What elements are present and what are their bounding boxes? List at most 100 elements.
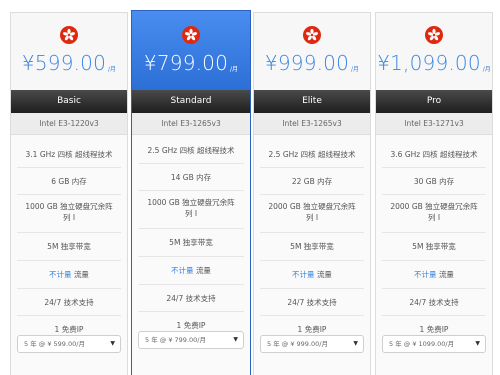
feature-item: 1000 GB 独立硬盘冗余阵列 I [25,202,113,222]
divider [382,194,486,195]
feature-traffic: 不计量 流量 [254,269,370,280]
feature-traffic: 不计量 流量 [132,265,250,276]
hong-kong-flag-icon [182,26,200,44]
feature-item: 5M 独享带宽 [412,242,456,251]
plan-price: ¥999.00/月 [254,51,370,75]
feature-item: 14 GB 内存 [170,173,212,182]
feature-item: 1 免费IP [54,325,84,334]
traffic-text: 流量 [438,270,454,279]
plan-card: ¥599.00/月 Basic Intel E3-1220v3 3.1 GHz 四核 … [10,12,128,375]
feature-item: 1 免费IP [419,325,449,334]
billing-term-value: 5 年 @ ¥ 599.00/月 [24,340,85,348]
plan-cpu: Intel E3-1271v3 [376,113,492,135]
divider [382,288,486,289]
plan-price: ¥599.00/月 [11,51,127,75]
price-unit: /月 [108,66,117,73]
divider [17,167,121,168]
feature-traffic: 不计量 流量 [11,269,127,280]
traffic-text: 流量 [195,266,211,275]
feature-item: 5M 独享带宽 [169,238,213,247]
feature-item: 24/7 技术支持 [409,298,459,307]
feature-item: 2.5 GHz 四核 超线程技术 [268,150,356,159]
feature-item: 1 免费IP [176,321,206,330]
divider [138,228,244,229]
divider [138,284,244,285]
divider [17,232,121,233]
plan-header: ¥1,099.00/月 [376,13,492,90]
divider [260,260,364,261]
hong-kong-flag-icon [303,26,321,44]
plan-header: ¥599.00/月 [11,13,127,90]
divider [382,232,486,233]
plan-price: ¥1,099.00/月 [376,51,492,75]
traffic-unmetered-label: 不计量 [414,270,437,279]
traffic-text: 流量 [73,270,89,279]
billing-term-value: 5 年 @ ¥ 1099.00/月 [389,340,455,348]
divider [260,288,364,289]
feature-item: 24/7 技术支持 [166,294,216,303]
price-amount: ¥999.00 [264,51,350,75]
hong-kong-flag-icon [60,26,78,44]
plan-header: ¥799.00/月 [132,11,250,90]
plan-name: Elite [254,90,370,113]
traffic-unmetered-label: 不计量 [292,270,315,279]
plan-card: ¥1,099.00/月 Pro Intel E3-1271v3 3.6 GHz 四核 … [375,12,493,375]
billing-term-select[interactable]: 5 年 @ ¥ 1099.00/月 ▼ [382,335,486,353]
divider [260,194,364,195]
feature-item: 5M 独享带宽 [290,242,334,251]
divider [260,167,364,168]
plan-name: Pro [376,90,492,113]
price-unit: /月 [482,66,491,73]
feature-traffic: 不计量 流量 [376,269,492,280]
traffic-unmetered-label: 不计量 [171,266,194,275]
feature-item: 1 免费IP [297,325,327,334]
divider [138,256,244,257]
divider [17,260,121,261]
feature-item: 24/7 技术支持 [44,298,94,307]
dropdown-caret-icon: ▼ [110,340,115,347]
feature-item: 2.5 GHz 四核 超线程技术 [147,146,235,155]
feature-item: 2000 GB 独立硬盘冗余阵列 I [268,202,356,222]
dropdown-caret-icon: ▼ [233,336,238,343]
feature-item: 6 GB 内存 [51,177,87,186]
price-amount: ¥599.00 [21,51,107,75]
plan-cpu: Intel E3-1265v3 [132,113,250,135]
divider [17,315,121,316]
divider [382,260,486,261]
plan-cpu: Intel E3-1265v3 [254,113,370,135]
divider [138,311,244,312]
hong-kong-flag-icon [425,26,443,44]
price-unit: /月 [230,66,239,73]
divider [382,315,486,316]
plan-price: ¥799.00/月 [132,51,250,75]
feature-item: 1000 GB 独立硬盘冗余阵列 I [147,198,235,218]
feature-item: 3.6 GHz 四核 超线程技术 [390,150,478,159]
billing-term-value: 5 年 @ ¥ 799.00/月 [145,336,206,344]
divider [17,288,121,289]
billing-term-select[interactable]: 5 年 @ ¥ 999.00/月 ▼ [260,335,364,353]
traffic-text: 流量 [316,270,332,279]
plan-name: Basic [11,90,127,113]
feature-item: 2000 GB 独立硬盘冗余阵列 I [390,202,478,222]
feature-item: 24/7 技术支持 [287,298,337,307]
price-amount: ¥799.00 [143,51,229,75]
plan-card: ¥799.00/月 Standard Intel E3-1265v3 2.5 GHz … [131,10,251,375]
plan-header: ¥999.00/月 [254,13,370,90]
plan-cpu: Intel E3-1220v3 [11,113,127,135]
traffic-unmetered-label: 不计量 [49,270,72,279]
price-unit: /月 [351,66,360,73]
plan-card: ¥999.00/月 Elite Intel E3-1265v3 2.5 GHz 四核 … [253,12,371,375]
divider [260,232,364,233]
price-amount: ¥1,099.00 [377,51,481,75]
dropdown-caret-icon: ▼ [475,340,480,347]
billing-term-select[interactable]: 5 年 @ ¥ 799.00/月 ▼ [138,331,244,349]
feature-item: 30 GB 内存 [413,177,455,186]
billing-term-value: 5 年 @ ¥ 999.00/月 [267,340,328,348]
feature-item: 5M 独享带宽 [47,242,91,251]
feature-item: 22 GB 内存 [291,177,333,186]
feature-item: 3.1 GHz 四核 超线程技术 [25,150,113,159]
divider [382,167,486,168]
divider [138,163,244,164]
billing-term-select[interactable]: 5 年 @ ¥ 599.00/月 ▼ [17,335,121,353]
dropdown-caret-icon: ▼ [353,340,358,347]
